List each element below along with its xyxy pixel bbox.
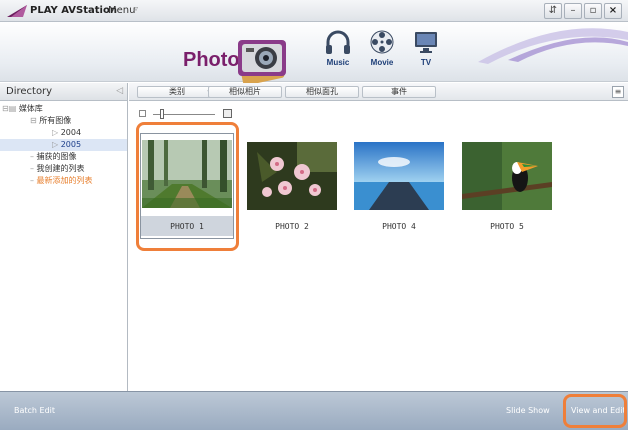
nav-music-label: Music: [326, 58, 350, 67]
nav-music[interactable]: Music: [318, 28, 358, 67]
menu-button[interactable]: Menu: [108, 5, 135, 16]
category-dropdown[interactable]: 类别 ▾: [137, 86, 217, 98]
list-view-icon[interactable]: ≡: [612, 86, 624, 98]
photo-caption: PHOTO 4: [382, 222, 416, 231]
collapse-node-icon[interactable]: ⊟: [30, 116, 37, 125]
photo-tile[interactable]: PHOTO 4: [351, 132, 445, 242]
zoom-in-icon[interactable]: [223, 109, 232, 118]
tree-item-label: 媒体库: [18, 104, 43, 113]
nav-movie-label: Movie: [370, 58, 394, 67]
highlight-callout: [136, 122, 239, 251]
library-icon: ▤: [8, 104, 17, 113]
section-header: Photo Music Movie TV: [0, 22, 628, 86]
similar-faces-button[interactable]: 相似面孔: [285, 86, 359, 98]
zoom-slider[interactable]: [139, 109, 249, 119]
monitor-icon: [415, 32, 437, 53]
photo-thumbnail[interactable]: [462, 142, 552, 210]
nav-movie[interactable]: Movie: [362, 28, 402, 67]
photo-tile[interactable]: PHOTO 5: [459, 132, 553, 242]
menu-caret-icon[interactable]: ▿: [134, 4, 138, 13]
photo-grid: PHOTO 1 PHOTO 2 PHOTO 4 PHOTO 5: [129, 101, 628, 391]
category-label: 类别: [169, 87, 185, 96]
tree-item-label: 我创建的列表: [36, 164, 85, 173]
directory-tree: ⊟▤ 媒体库 ⊟ 所有图像 ▷ 2004 ▷ 2005 – 捕获的图像 – 我创…: [0, 101, 127, 187]
tree-item-label: 捕获的图像: [36, 152, 77, 161]
tree-item-label: 2004: [60, 128, 82, 137]
tree-item-my-lists[interactable]: – 我创建的列表: [0, 163, 127, 175]
collapse-node-icon[interactable]: ⊟: [2, 104, 9, 113]
film-reel-icon: [370, 30, 394, 54]
tree-item-all-images[interactable]: ⊟ 所有图像: [0, 115, 127, 127]
events-button[interactable]: 事件: [362, 86, 436, 98]
photo-tile[interactable]: PHOTO 2: [244, 132, 338, 242]
photo-caption: PHOTO 2: [275, 222, 309, 231]
nav-tv[interactable]: TV: [406, 28, 446, 67]
tree-item-library[interactable]: ⊟▤ 媒体库: [0, 103, 127, 115]
batch-edit-button[interactable]: Batch Edit: [14, 406, 55, 415]
leaf-dash-icon: –: [30, 176, 34, 185]
tree-item-label: 所有图像: [39, 116, 72, 125]
leaf-dash-icon: –: [30, 152, 34, 161]
camera-icon: [237, 40, 286, 86]
tree-item-2005[interactable]: ▷ 2005: [0, 139, 127, 151]
minimize-button[interactable]: –: [564, 3, 582, 19]
tree-item-2004[interactable]: ▷ 2004: [0, 127, 127, 139]
expand-node-icon[interactable]: ▷: [52, 140, 58, 149]
tree-item-captured-images[interactable]: – 捕获的图像: [0, 151, 127, 163]
zoom-thumb[interactable]: [160, 109, 164, 119]
directory-title: Directory: [6, 86, 53, 97]
photo-thumbnail[interactable]: [354, 142, 444, 210]
tree-item-label: 2005: [60, 140, 82, 149]
leaf-dash-icon: –: [30, 164, 34, 173]
close-button[interactable]: ×: [604, 3, 622, 19]
zoom-out-icon[interactable]: [139, 110, 146, 117]
app-title: PLAY AVStation: [30, 5, 117, 16]
restore-button[interactable]: ⇵: [544, 3, 562, 19]
headphones-icon: [326, 30, 350, 54]
filter-toolbar: 类别 ▾ 相似相片 相似面孔 事件 ≡: [129, 83, 628, 101]
directory-header: Directory ◁: [0, 83, 127, 101]
slide-show-button[interactable]: Slide Show: [506, 406, 550, 415]
tree-item-recently-added[interactable]: – 最新添加的列表: [0, 175, 127, 187]
highlight-callout: [563, 394, 627, 428]
title-bar: PLAY AVStation Menu ▿ ⇵ – ▫ ×: [0, 0, 628, 22]
tree-item-label: 最新添加的列表: [36, 176, 93, 185]
expand-node-icon[interactable]: ▷: [52, 128, 58, 137]
photo-thumbnail[interactable]: [247, 142, 337, 210]
similar-photos-button[interactable]: 相似相片: [208, 86, 282, 98]
bottom-action-bar: Batch Edit Slide Show View and Edit: [0, 391, 628, 430]
collapse-panel-icon[interactable]: ◁: [116, 83, 123, 100]
decorative-swoosh: [478, 28, 628, 64]
maximize-button[interactable]: ▫: [584, 3, 602, 19]
nav-tv-label: TV: [420, 58, 432, 67]
photo-caption: PHOTO 5: [490, 222, 524, 231]
app-logo-icon: [7, 5, 27, 17]
directory-panel: Directory ◁ ⊟▤ 媒体库 ⊟ 所有图像 ▷ 2004 ▷ 2005 …: [0, 83, 128, 391]
